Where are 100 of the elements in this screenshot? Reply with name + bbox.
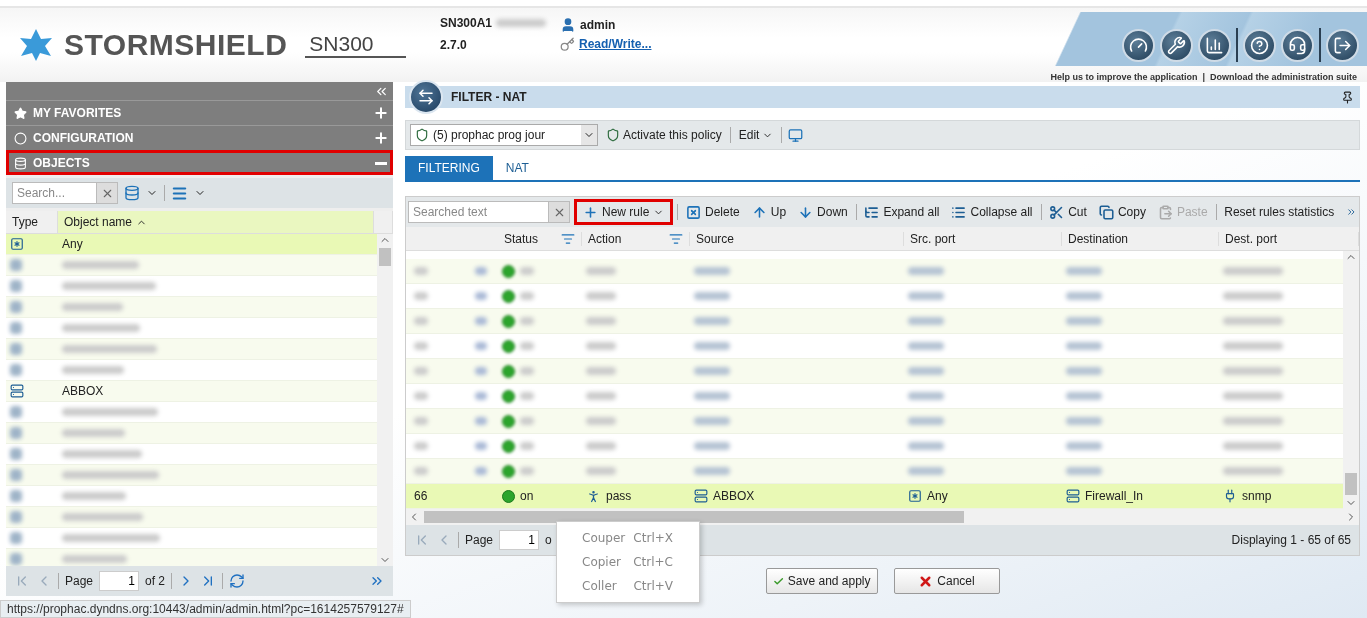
blurred-text	[694, 392, 730, 400]
page-label: Page	[65, 574, 94, 588]
key-icon	[560, 36, 575, 52]
blurred-mark	[475, 342, 487, 350]
monitor-icon	[788, 127, 804, 143]
toolbar-button[interactable]: New rule	[574, 199, 674, 225]
blurred-icon	[10, 301, 22, 313]
page-field[interactable]: 1	[99, 571, 140, 591]
plus-icon	[583, 204, 598, 220]
access-link[interactable]: Read/Write...	[579, 37, 652, 51]
brand-name: STORMSHIELD	[64, 28, 288, 62]
bar-chart-icon[interactable]	[1198, 29, 1231, 62]
column-header[interactable]: Source	[690, 231, 904, 246]
blurred-text	[1066, 292, 1102, 300]
blurred-text	[62, 555, 127, 563]
activate-policy-button[interactable]: Activate this policy	[604, 128, 724, 142]
plug-icon	[1223, 489, 1237, 503]
source-text: ABBOX	[713, 489, 755, 503]
sidebar-section[interactable]: MY FAVORITES	[6, 100, 393, 125]
object-name[interactable]: Any	[62, 237, 83, 251]
toolbar-button[interactable]: Collapse all	[947, 199, 1037, 225]
blurred-text	[1223, 417, 1283, 425]
blurred-text	[520, 417, 534, 425]
sidebar-section[interactable]: CONFIGURATION	[6, 125, 393, 150]
search-field[interactable]: Search...	[12, 182, 96, 204]
wrench-icon[interactable]	[1160, 29, 1193, 62]
logout-icon[interactable]	[1326, 29, 1359, 62]
vertical-scrollbar[interactable]	[1343, 251, 1359, 509]
column-header[interactable]: Src. port	[904, 231, 1062, 246]
blurred-text	[586, 292, 616, 300]
src-port-text: Any	[927, 489, 948, 503]
blurred-text	[1223, 467, 1283, 475]
download-link[interactable]: Download the administration suite	[1210, 72, 1357, 82]
column-header[interactable]: Dest. port	[1219, 231, 1359, 246]
toolbar-button[interactable]: Cut	[1045, 199, 1091, 225]
blurred-mark	[475, 367, 487, 375]
edit-menu-button[interactable]: Edit	[736, 128, 776, 142]
blurred-text	[1066, 392, 1102, 400]
blurred-icon	[10, 511, 22, 523]
toolbar-button[interactable]: Reset rules statistics	[1220, 199, 1339, 225]
tab[interactable]: NAT	[492, 156, 542, 180]
blurred-mark	[475, 442, 487, 450]
search-field[interactable]: Searched text	[408, 201, 548, 223]
blurred-text	[908, 467, 944, 475]
plus-icon	[373, 130, 389, 146]
filter-menu-icon	[669, 231, 683, 246]
vertical-scrollbar[interactable]	[377, 234, 393, 566]
shield-icon	[415, 128, 429, 142]
copy-icon	[1098, 204, 1114, 220]
tab[interactable]: FILTERING	[405, 156, 493, 180]
blurred-text	[908, 367, 944, 375]
toolbar-button[interactable]: Delete	[682, 199, 744, 225]
column-header[interactable]: Destination	[1062, 231, 1219, 246]
headset-icon[interactable]	[1281, 29, 1314, 62]
policy-select[interactable]: (5) prophac prog jour	[410, 124, 598, 146]
blurred-text	[1223, 442, 1283, 450]
page-field[interactable]: 1	[499, 530, 540, 550]
scrollbar-thumb[interactable]	[1345, 473, 1357, 495]
gauge-icon[interactable]	[1122, 29, 1155, 62]
paste-icon	[1157, 204, 1173, 220]
blurred-text	[414, 417, 428, 425]
clear-button[interactable]	[548, 201, 570, 223]
column-header[interactable]: Status	[498, 231, 582, 246]
horizontal-scrollbar[interactable]	[406, 509, 1359, 525]
toolbar-button[interactable]: Up	[747, 199, 791, 225]
column-header[interactable]: Object name	[58, 211, 374, 233]
object-name[interactable]: ABBOX	[62, 384, 104, 398]
pin-icon	[1341, 90, 1354, 104]
plus-icon	[373, 105, 389, 121]
blurred-text	[694, 317, 730, 325]
blurred-text	[1066, 467, 1102, 475]
blurred-mark	[475, 317, 487, 325]
blurred-text	[908, 292, 944, 300]
column-header[interactable]: Action	[582, 231, 690, 246]
dest-port-text: snmp	[1242, 489, 1272, 503]
scrollbar-thumb[interactable]	[379, 248, 391, 266]
cancel-button[interactable]: Cancel	[893, 568, 1000, 594]
scrollbar-thumb[interactable]	[424, 511, 964, 523]
save-button[interactable]: Save and apply	[765, 568, 878, 594]
blurred-text	[520, 317, 534, 325]
blurred-text	[62, 303, 123, 311]
blurred-text	[908, 442, 944, 450]
sidebar-section[interactable]: OBJECTS	[6, 150, 393, 175]
asterisk-box-icon	[10, 237, 24, 251]
help-link[interactable]: Help us to improve the application	[1050, 72, 1198, 82]
delete-icon	[686, 204, 702, 220]
help-icon[interactable]	[1243, 29, 1276, 62]
blurred-icon	[10, 364, 22, 376]
blurred-text	[694, 467, 730, 475]
blurred-icon	[10, 259, 22, 271]
scissors-icon	[1049, 204, 1065, 220]
clear-button[interactable]	[96, 182, 118, 204]
toolbar-button[interactable]: Copy	[1094, 199, 1150, 225]
toolbar-button[interactable]: Expand all	[860, 199, 944, 225]
serial-number: SN300A1	[440, 16, 493, 30]
blurred-text	[1223, 317, 1283, 325]
blurred-mark	[475, 417, 487, 425]
blurred-text	[1066, 417, 1102, 425]
toolbar-button[interactable]: Down	[794, 199, 852, 225]
blurred-text	[414, 292, 428, 300]
